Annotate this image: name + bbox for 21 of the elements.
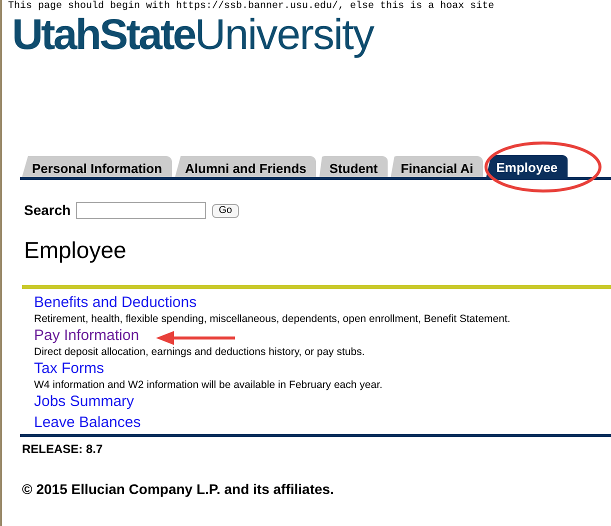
menu-link[interactable]: Jobs Summary — [34, 393, 134, 411]
nav-tab[interactable]: Financial Ai — [390, 156, 484, 177]
menu-description: Retirement, health, flexible spending, miscellaneous, dependents, open enrollment, Benefit Statement. — [34, 312, 510, 326]
menu-description: Direct deposit allocation, earnings and deductions history, or pay stubs. — [34, 345, 366, 359]
menu-link[interactable]: Tax Forms — [34, 360, 104, 378]
menu-link[interactable]: Benefits and Deductions — [34, 294, 197, 312]
warning-notice: This page should begin with https://ssb.banner.usu.edu/, else this is a hoax site — [8, 1, 494, 13]
page-heading: Employee — [24, 236, 126, 264]
menu-description: W4 information and W2 information will be available in February each year. — [34, 378, 384, 392]
search-field[interactable] — [76, 202, 206, 219]
nav-tab[interactable]: Student — [319, 156, 388, 177]
release-version: RELEASE: 8.7 — [22, 441, 103, 458]
nav-tab[interactable]: Personal Information — [22, 156, 172, 177]
go-button[interactable]: Go — [212, 204, 240, 218]
nav-tab[interactable]: Employee — [486, 155, 568, 177]
logo: UtahStateUniversity — [12, 10, 374, 60]
nav-tab[interactable]: Alumni and Friends — [175, 156, 316, 177]
menu-link[interactable]: Leave Balances — [34, 414, 141, 432]
menu-link[interactable]: Pay Information — [34, 327, 140, 345]
copyright-notice: © 2015 Ellucian Company L.P. and its affiliates. — [22, 480, 334, 499]
search-label: Search — [24, 201, 71, 220]
